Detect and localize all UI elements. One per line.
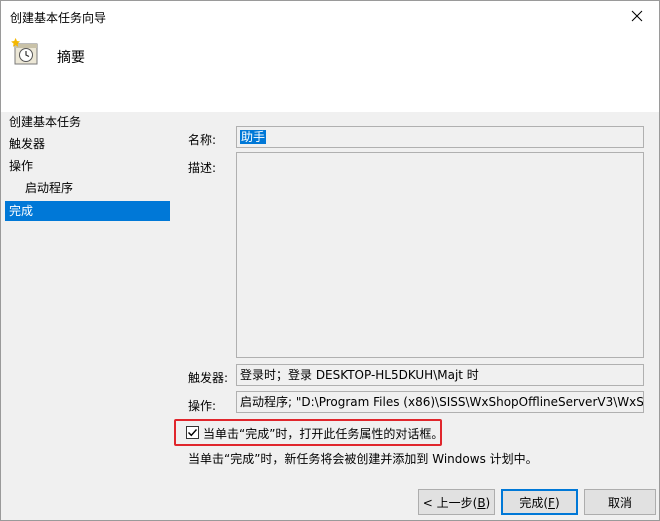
window-title: 创建基本任务向导 bbox=[10, 11, 107, 25]
task-clock-icon bbox=[11, 37, 38, 65]
step-finish[interactable]: 完成 bbox=[5, 201, 170, 221]
wizard-window: 创建基本任务向导 摘要 创建基本任务 触发器 操作 启动程序 完成 名称: 助手… bbox=[0, 0, 660, 521]
name-value: 助手 bbox=[240, 130, 267, 144]
description-field[interactable] bbox=[236, 152, 644, 358]
open-properties-label[interactable]: 当单击“完成”时，打开此任务属性的对话框。 bbox=[203, 425, 443, 442]
info-text: 当单击“完成”时，新任务将会被创建并添加到 Windows 计划中。 bbox=[188, 452, 538, 466]
checkmark-icon bbox=[188, 429, 198, 437]
wizard-header: 摘要 bbox=[1, 31, 659, 112]
step-start-program[interactable]: 启动程序 bbox=[5, 178, 170, 198]
action-label: 操作: bbox=[188, 399, 217, 413]
wizard-steps: 创建基本任务 触发器 操作 启动程序 完成 bbox=[1, 112, 173, 412]
step-trigger[interactable]: 触发器 bbox=[5, 134, 170, 154]
cancel-button[interactable]: 取消 bbox=[584, 489, 656, 515]
close-icon bbox=[631, 10, 643, 22]
trigger-summary-field[interactable]: 登录时；登录 DESKTOP-HL5DKUH\Majt 时 bbox=[236, 364, 644, 386]
page-title: 摘要 bbox=[57, 50, 85, 66]
back-button[interactable]: < 上一步(B) bbox=[418, 489, 495, 515]
trigger-label: 触发器: bbox=[188, 371, 229, 385]
name-field[interactable]: 助手 bbox=[236, 126, 644, 148]
open-properties-checkbox[interactable] bbox=[186, 426, 199, 439]
name-label: 名称: bbox=[188, 133, 217, 147]
action-summary-field[interactable]: 启动程序; "D:\Program Files (x86)\SISS\WxSho… bbox=[236, 391, 644, 413]
finish-button-label: 完成(F) bbox=[519, 495, 560, 510]
step-create-basic-task[interactable]: 创建基本任务 bbox=[5, 112, 170, 132]
description-label: 描述: bbox=[188, 161, 217, 175]
back-button-label: < 上一步(B) bbox=[422, 495, 491, 510]
finish-button[interactable]: 完成(F) bbox=[501, 489, 578, 515]
step-action[interactable]: 操作 bbox=[5, 156, 170, 176]
close-button[interactable] bbox=[615, 1, 659, 31]
title-bar: 创建基本任务向导 bbox=[1, 1, 659, 31]
